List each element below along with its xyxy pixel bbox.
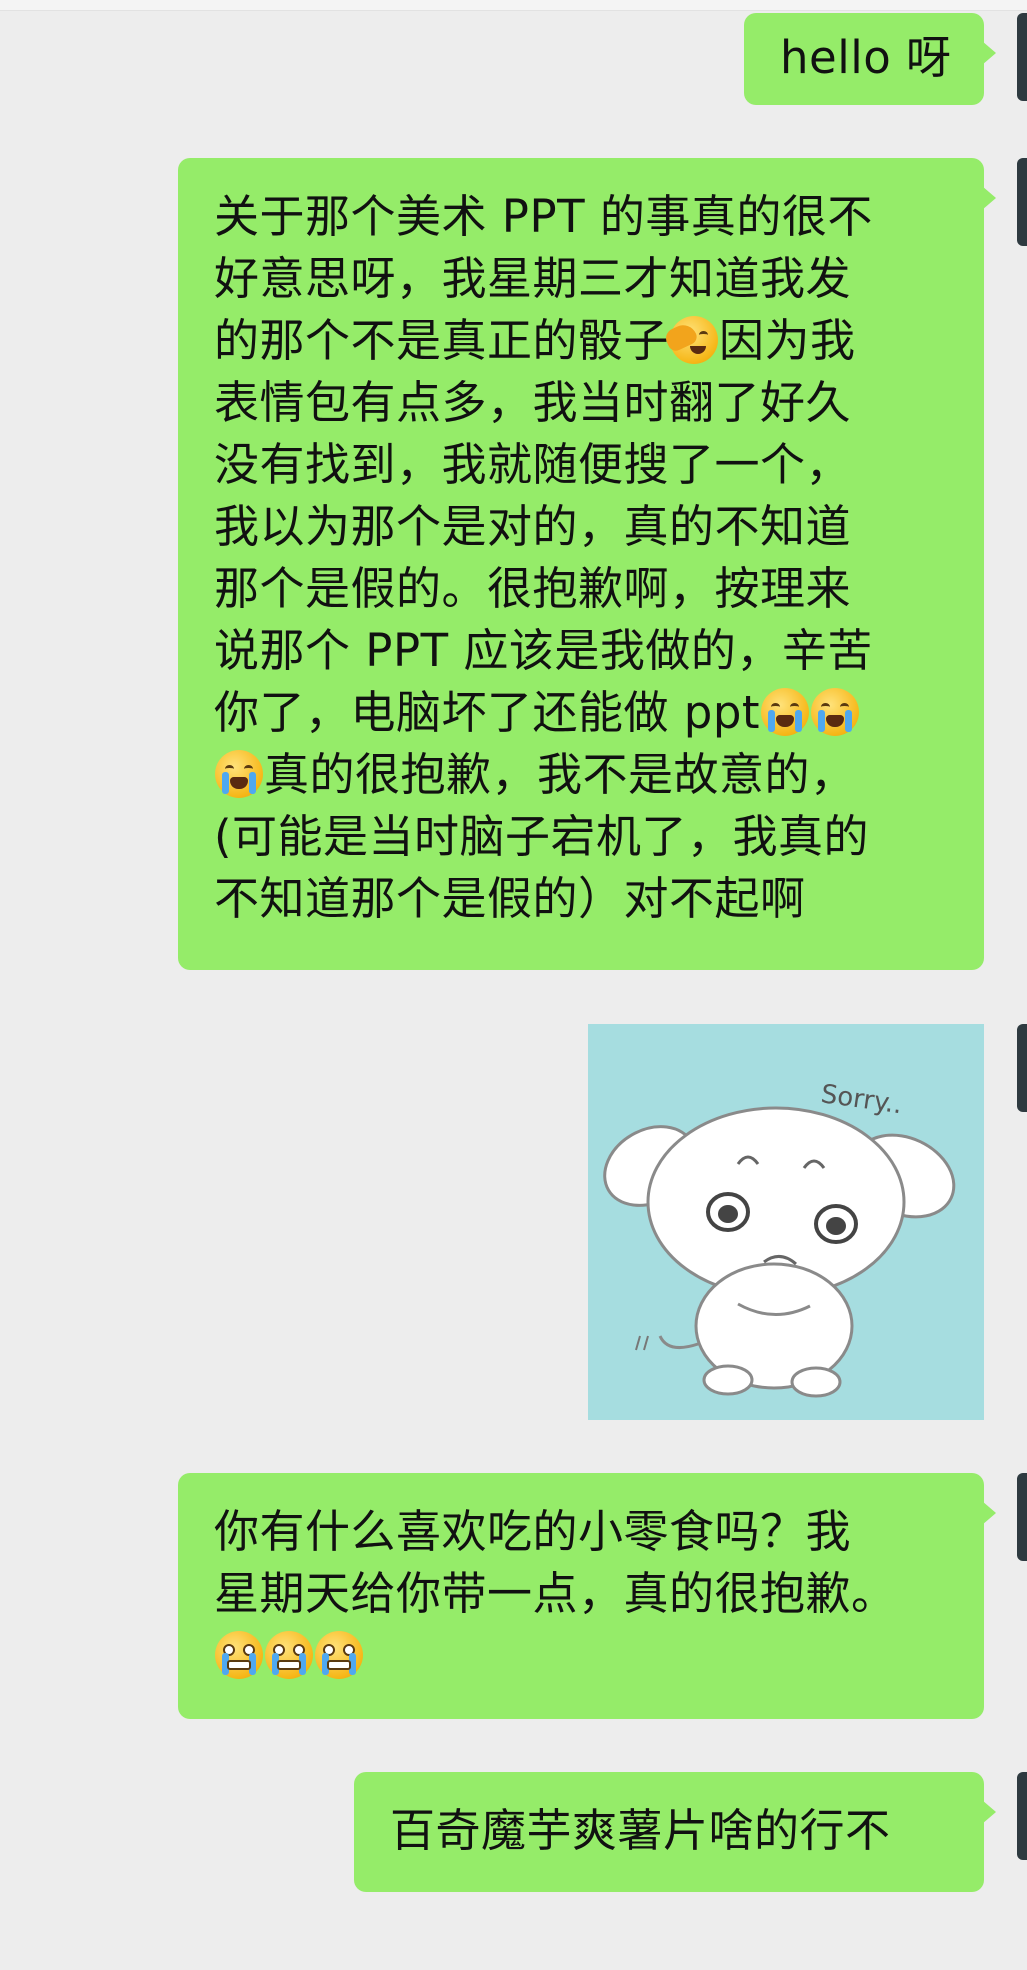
message-line: 说那个 PPT 应该是我做的，辛苦 (214, 624, 873, 677)
message-bubble-snacks[interactable]: 你有什么喜欢吃的小零食吗？我 星期天给你带一点，真的很抱歉。 (178, 1473, 996, 1719)
message-line: 你了，电脑坏了还能做 ppt (214, 682, 964, 744)
facepalm-emoji (662, 316, 719, 364)
grimace-emoji (315, 1631, 363, 1679)
message-line: 表情包有点多，我当时翻了好久 (214, 376, 852, 429)
crying-emoji (761, 688, 810, 736)
self-avatar[interactable] (1017, 1772, 1027, 1860)
bubble-tail (982, 186, 996, 210)
self-avatar[interactable] (1017, 1473, 1027, 1561)
message-line: 好意思呀，我星期三才知道我发 (214, 252, 852, 305)
crying-emoji (811, 688, 860, 736)
message-line: 关于那个美术 PPT 的事真的很不 (214, 190, 873, 243)
message-emoji-line (214, 1625, 964, 1687)
sorry-puppy-sticker[interactable]: Sorry.. (588, 1024, 984, 1420)
message-line: 那个是假的。很抱歉啊，按理来 (214, 562, 852, 615)
bubble-tail (982, 1800, 996, 1824)
message-text: 百奇魔芋爽薯片啥的行不 (390, 1804, 891, 1857)
puppy-illustration: Sorry.. (603, 1079, 956, 1398)
grimace-emoji (265, 1631, 313, 1679)
crying-emoji (215, 750, 263, 798)
grimace-emoji (215, 1631, 263, 1679)
message-line: 星期天给你带一点，真的很抱歉。 (214, 1567, 897, 1620)
message-line: (可能是当时脑子宕机了，我真的 (214, 810, 870, 863)
self-avatar[interactable] (1017, 1024, 1027, 1112)
message-text: hello 呀 (780, 31, 952, 84)
message-line: 我以为那个是对的，真的不知道 (214, 500, 852, 553)
message-line: 的那个不是真正的骰子 因为我 (214, 314, 856, 367)
status-bar-edge (0, 0, 1027, 11)
message-line: 没有找到，我就随便搜了一个， (214, 438, 852, 491)
message-bubble-hello[interactable]: hello 呀 (744, 13, 996, 105)
self-avatar[interactable] (1017, 13, 1027, 101)
message-line: 你有什么喜欢吃的小零食吗？我 (214, 1505, 852, 1558)
bubble-tail (982, 1501, 996, 1525)
message-line: 不知道那个是假的）对不起啊 (214, 872, 806, 925)
self-avatar[interactable] (1017, 158, 1027, 246)
message-line: 真的很抱歉，我不是故意的， (214, 744, 964, 806)
sticker-caption: Sorry.. (819, 1079, 904, 1120)
message-bubble-apology[interactable]: 关于那个美术 PPT 的事真的很不 好意思呀，我星期三才知道我发 的那个不是真正… (178, 158, 996, 970)
bubble-tail (982, 41, 996, 65)
message-bubble-reply[interactable]: 百奇魔芋爽薯片啥的行不 (354, 1772, 996, 1892)
